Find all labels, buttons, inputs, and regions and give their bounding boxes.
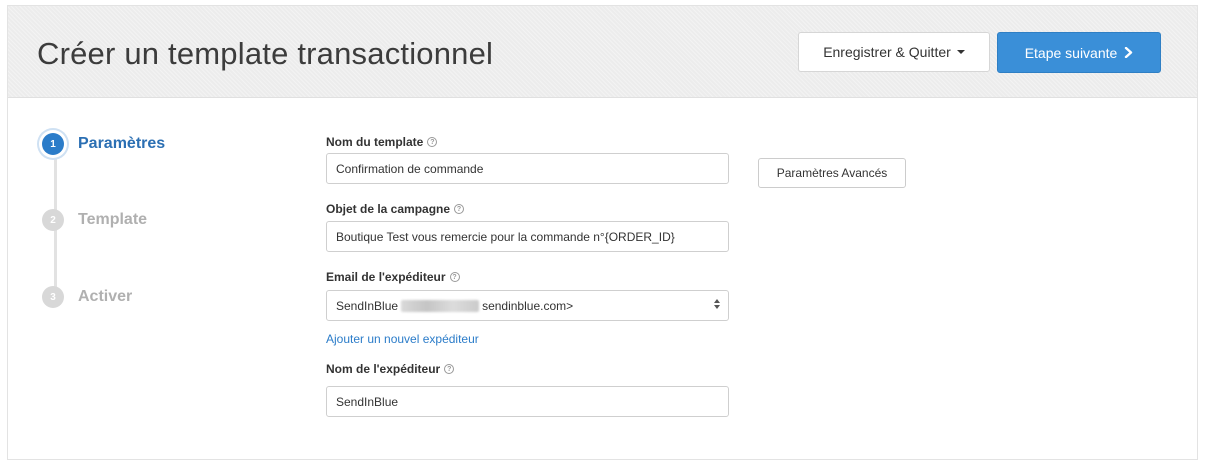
chevron-right-icon xyxy=(1124,47,1133,58)
page-container: Créer un template transactionnel Enregis… xyxy=(7,5,1198,460)
next-step-button[interactable]: Etape suivante xyxy=(997,32,1161,73)
help-icon[interactable]: ? xyxy=(444,364,455,374)
step-activer[interactable]: 3 Activer xyxy=(42,286,132,308)
sender-name-label: Nom de l'expéditeur ? xyxy=(326,362,455,376)
add-sender-link[interactable]: Ajouter un nouvel expéditeur xyxy=(326,332,479,346)
save-and-quit-dropdown-button[interactable]: Enregistrer & Quitter xyxy=(798,32,990,72)
step-number-3: 3 xyxy=(42,286,64,308)
sender-name-label-text: Nom de l'expéditeur xyxy=(326,362,441,376)
campaign-subject-input[interactable]: Boutique Test vous remercie pour la comm… xyxy=(326,221,729,252)
template-name-label-text: Nom du template xyxy=(326,135,424,149)
step-template[interactable]: 2 Template xyxy=(42,209,147,231)
campaign-subject-label: Objet de la campagne ? xyxy=(326,202,465,216)
sender-email-name: SendInBlue xyxy=(336,298,399,313)
select-arrows-icon xyxy=(714,299,720,309)
help-icon[interactable]: ? xyxy=(427,137,438,147)
advanced-settings-button[interactable]: Paramètres Avancés xyxy=(758,158,906,188)
page-header: Créer un template transactionnel Enregis… xyxy=(8,6,1197,98)
redacted-email-part xyxy=(401,299,480,312)
step-number-1: 1 xyxy=(42,133,64,155)
step-number-2: 2 xyxy=(42,209,64,231)
save-and-quit-label: Enregistrer & Quitter xyxy=(823,44,951,60)
step-label-template: Template xyxy=(78,211,148,228)
step-label-parametres: Paramètres xyxy=(78,135,166,152)
help-icon[interactable]: ? xyxy=(449,272,460,282)
help-icon[interactable]: ? xyxy=(454,204,465,214)
campaign-subject-label-text: Objet de la campagne xyxy=(326,202,451,216)
step-label-activer: Activer xyxy=(78,288,133,305)
caret-down-icon xyxy=(956,50,965,54)
template-name-label: Nom du template ? xyxy=(326,135,438,149)
next-step-label: Etape suivante xyxy=(1024,44,1118,61)
template-name-input[interactable]: Confirmation de commande xyxy=(326,153,729,184)
page-title: Créer un template transactionnel xyxy=(37,36,494,71)
sender-email-domain: sendinblue.com> xyxy=(482,298,574,313)
sender-email-label: Email de l'expéditeur ? xyxy=(326,270,460,284)
step-parametres[interactable]: 1 Paramètres xyxy=(42,133,165,155)
sender-name-input[interactable]: SendInBlue xyxy=(326,386,729,417)
sender-email-select[interactable]: SendInBlue sendinblue.com> xyxy=(326,290,729,321)
sender-email-label-text: Email de l'expéditeur xyxy=(326,270,446,284)
